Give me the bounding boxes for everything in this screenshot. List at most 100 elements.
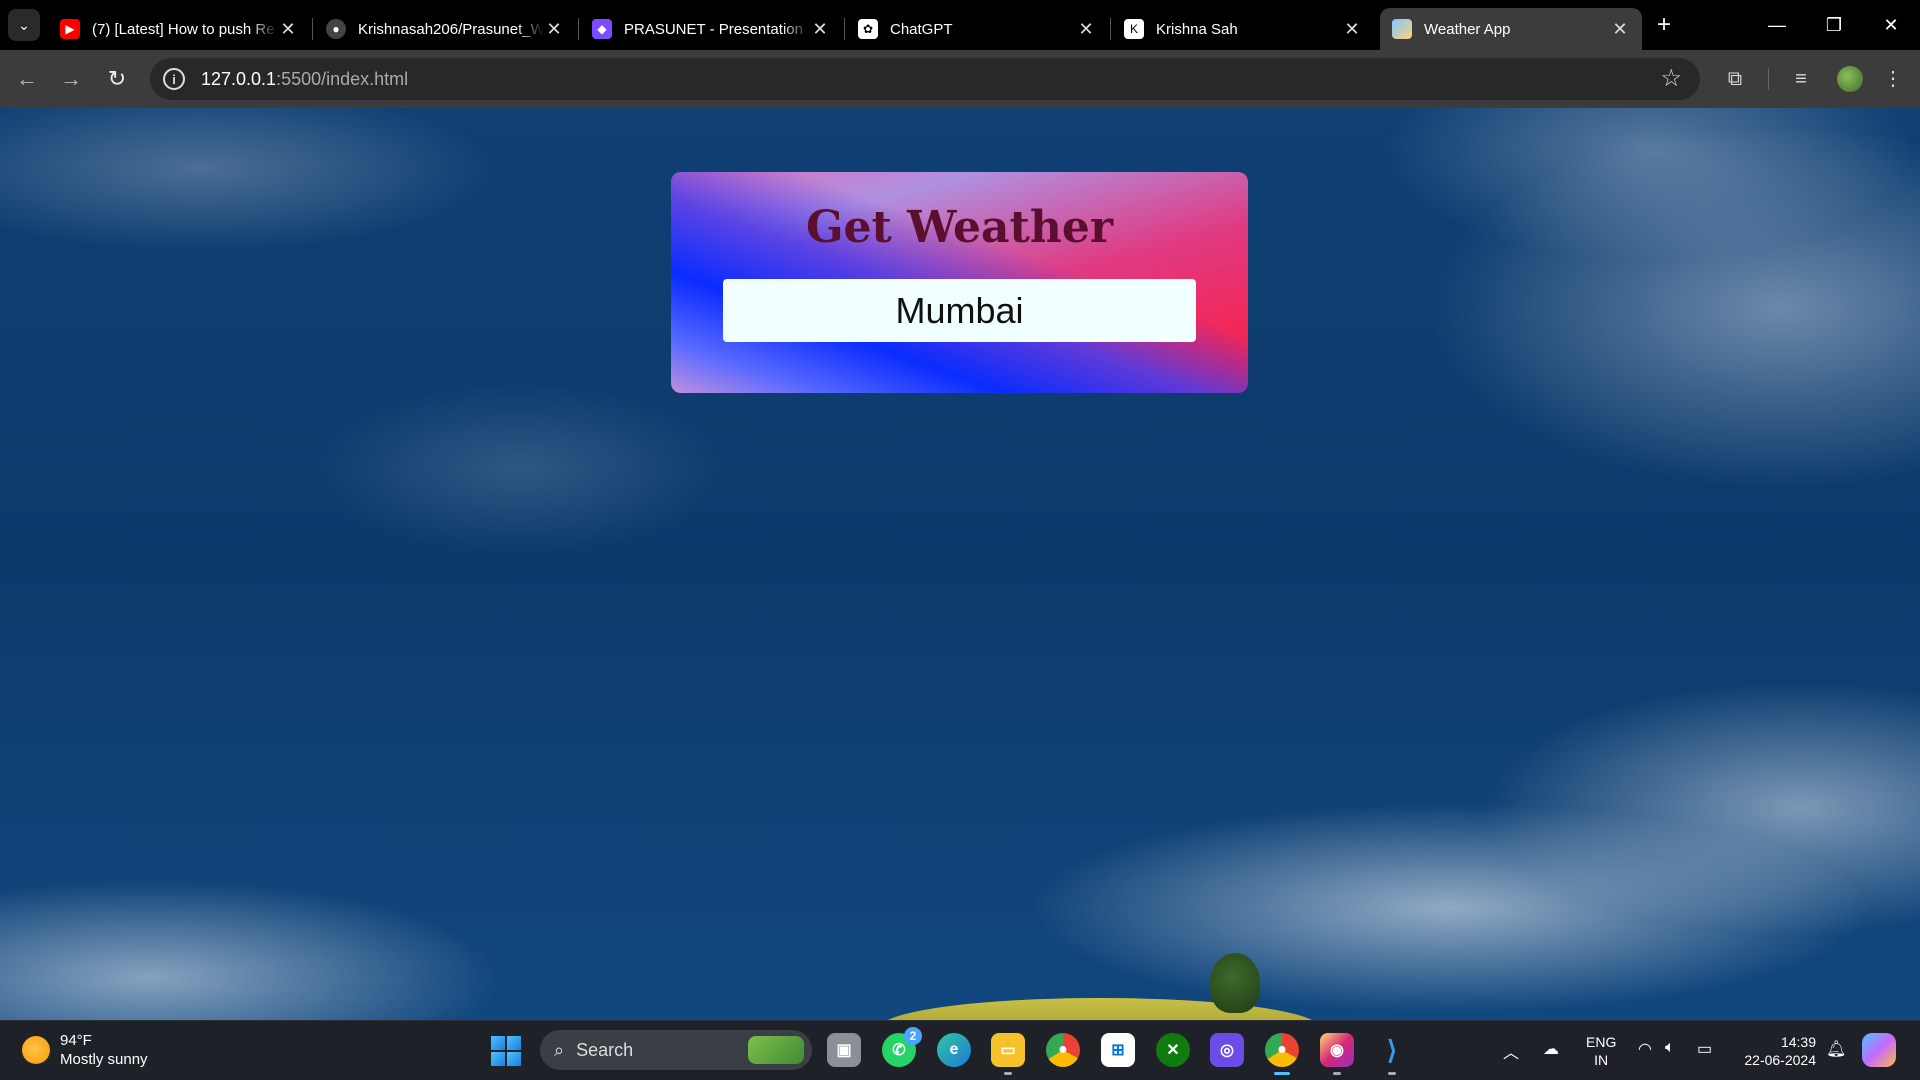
whatsapp-icon[interactable]: ✆ 2	[882, 1027, 922, 1067]
toolbar-divider	[1768, 68, 1769, 90]
tab-title: Krishnasah206/Prasunet_W	[358, 20, 544, 38]
weather-card: Get Weather	[671, 172, 1248, 393]
windows-logo-pane	[507, 1036, 521, 1050]
windows-logo-pane	[491, 1052, 505, 1066]
restore-button[interactable]: ❐	[1814, 10, 1854, 40]
search-highlight-image	[748, 1036, 804, 1064]
tab-krishna-sah[interactable]: K Krishna Sah ✕	[1112, 8, 1374, 50]
notification-badge: 2	[904, 1027, 922, 1045]
close-icon[interactable]: ✕	[1342, 19, 1362, 40]
menu-dots-icon[interactable]: ⋮	[1878, 64, 1908, 94]
tab-divider	[578, 18, 579, 40]
tab-title: Krishna Sah	[1156, 20, 1238, 38]
windows-logo-icon	[491, 1036, 505, 1050]
battery-icon[interactable]: ▭	[1697, 1039, 1712, 1059]
taskbar-search[interactable]: ⌕ Search	[540, 1030, 812, 1070]
extensions-icon[interactable]: ⧉	[1720, 64, 1750, 94]
close-icon[interactable]: ✕	[810, 19, 830, 40]
partly-sunny-icon	[22, 1036, 50, 1064]
running-indicator	[1274, 1072, 1290, 1075]
copilot-app-icon[interactable]: ◎	[1210, 1033, 1244, 1067]
clock-date: 22-06-2024	[1744, 1052, 1816, 1068]
chrome-dev-icon[interactable]: ●	[1265, 1033, 1299, 1075]
close-window-button[interactable]: ✕	[1871, 10, 1911, 40]
xbox-icon[interactable]: ✕	[1156, 1033, 1190, 1067]
clock-time: 14:39	[1780, 1034, 1816, 1050]
onedrive-cloud-icon[interactable]: ☁	[1543, 1039, 1559, 1059]
k-logo-icon: K	[1124, 19, 1144, 39]
start-button[interactable]	[491, 1036, 521, 1066]
youtube-icon: ▶	[60, 19, 80, 39]
tab-divider	[312, 18, 313, 40]
url-host: 127.0.0.1	[201, 68, 277, 89]
running-indicator	[1004, 1072, 1012, 1075]
instagram-icon[interactable]: ◉	[1320, 1033, 1354, 1075]
minimize-icon: —	[1768, 15, 1786, 35]
background-tree	[1210, 953, 1260, 1013]
tab-title: PRASUNET - Presentation	[624, 20, 803, 38]
reload-button[interactable]: ↻	[102, 64, 132, 94]
language-indicator[interactable]: ENG IN	[1586, 1033, 1616, 1069]
site-info-icon[interactable]: i	[163, 68, 185, 90]
tab-divider	[844, 18, 845, 40]
task-view-icon[interactable]: ▣	[827, 1033, 861, 1067]
vscode-icon[interactable]: ⟩	[1375, 1033, 1409, 1075]
chevron-up-icon[interactable]: ︿	[1503, 1039, 1519, 1063]
chrome-icon[interactable]: ●	[1046, 1033, 1080, 1067]
close-icon: ✕	[1883, 15, 1899, 35]
canva-icon: ◆	[592, 19, 612, 39]
browser-tab-bar: ⌄ ▶ (7) [Latest] How to push Re ✕ ● Kris…	[0, 0, 1920, 50]
weather-temp: 94°F	[60, 1032, 92, 1049]
tab-canva[interactable]: ◆ PRASUNET - Presentation ✕	[580, 8, 842, 50]
edge-icon[interactable]: e	[937, 1033, 971, 1067]
forward-button[interactable]: →	[56, 64, 86, 94]
chevron-down-icon: ⌄	[18, 16, 30, 33]
media-control-icon[interactable]: ≡	[1786, 64, 1816, 94]
weather-icon	[1392, 19, 1412, 39]
close-icon[interactable]: ✕	[544, 19, 564, 40]
city-input[interactable]	[723, 279, 1196, 342]
microsoft-store-icon[interactable]: ⊞	[1101, 1033, 1135, 1067]
tab-weather-app[interactable]: Weather App ✕	[1380, 8, 1642, 50]
tab-title: ChatGPT	[890, 20, 953, 38]
tab-title: (7) [Latest] How to push Re	[92, 20, 275, 38]
browser-toolbar: ← → ↻ i 127.0.0.1:5500/index.html ☆ ⧉ ≡ …	[0, 50, 1920, 108]
page-title: Get Weather	[805, 202, 1114, 253]
close-icon[interactable]: ✕	[1610, 19, 1630, 40]
url-path: :5500/index.html	[276, 68, 409, 89]
volume-icon[interactable]: 🔈︎	[1665, 1039, 1675, 1057]
copilot-icon[interactable]	[1862, 1033, 1896, 1067]
arrow-left-icon: ←	[16, 66, 38, 91]
bookmark-star-icon[interactable]: ☆	[1660, 64, 1682, 93]
arrow-right-icon: →	[60, 66, 82, 91]
address-bar[interactable]: i 127.0.0.1:5500/index.html ☆	[150, 58, 1700, 100]
notification-bell-icon[interactable]: 🔔︎	[1826, 1039, 1846, 1059]
weather-condition: Mostly sunny	[60, 1051, 148, 1068]
profile-avatar[interactable]	[1837, 66, 1863, 92]
tab-search-button[interactable]: ⌄	[8, 9, 40, 41]
tab-divider	[1110, 18, 1111, 40]
tab-chatgpt[interactable]: ✿ ChatGPT ✕	[846, 8, 1108, 50]
running-indicator	[1333, 1072, 1341, 1075]
search-icon: ⌕	[554, 1039, 565, 1060]
weather-widget[interactable]: 94°F Mostly sunny	[22, 1031, 148, 1069]
clock[interactable]: 14:39 22-06-2024	[1738, 1033, 1816, 1069]
language-code: ENG	[1586, 1034, 1617, 1050]
wifi-icon[interactable]: ◠	[1638, 1039, 1652, 1059]
search-label: Search	[576, 1039, 634, 1060]
tab-title: Weather App	[1424, 20, 1511, 38]
minimize-button[interactable]: —	[1757, 10, 1797, 40]
back-button[interactable]: ←	[12, 64, 42, 94]
chatgpt-icon: ✿	[858, 19, 878, 39]
close-icon[interactable]: ✕	[278, 19, 298, 40]
region-code: IN	[1594, 1052, 1609, 1068]
taskbar: 94°F Mostly sunny ⌕ Search ▣ ✆ 2 e ▭ ● ⊞ …	[0, 1020, 1920, 1080]
tab-youtube[interactable]: ▶ (7) [Latest] How to push Re ✕	[48, 8, 310, 50]
plus-icon: +	[1656, 11, 1671, 38]
new-tab-button[interactable]: +	[1650, 12, 1678, 40]
file-explorer-icon[interactable]: ▭	[991, 1033, 1025, 1075]
restore-icon: ❐	[1825, 15, 1843, 35]
close-icon[interactable]: ✕	[1076, 19, 1096, 40]
tab-github[interactable]: ● Krishnasah206/Prasunet_W ✕	[314, 8, 576, 50]
github-icon: ●	[326, 19, 346, 39]
